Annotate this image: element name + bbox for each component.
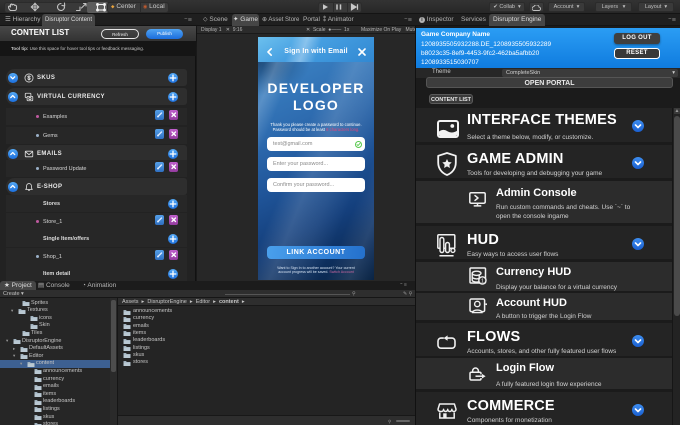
- svg-text:1: 1: [481, 278, 484, 284]
